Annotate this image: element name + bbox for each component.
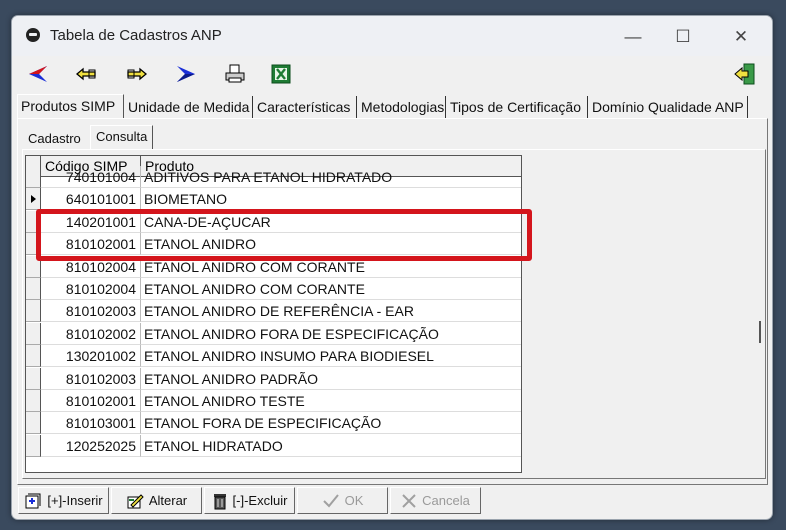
cell-produto[interactable]: ETANOL ANIDRO PADRÃO (141, 368, 521, 390)
minimize-button[interactable]: — (610, 22, 656, 52)
previous-record-icon (75, 67, 96, 81)
table-row[interactable]: 810102003 ETANOL ANIDRO DE REFERÊNCIA - E… (26, 300, 521, 322)
action-bar: [+]-Inserir Alterar [-]-Excluir OK Cance… (12, 484, 772, 519)
last-record-icon (177, 66, 195, 82)
cell-codigo-simp[interactable]: 810102001 (41, 390, 141, 412)
table-row[interactable]: 740101004 ADITIVOS PARA ETANOL HIDRATADO (26, 166, 521, 188)
app-window: Tabela de Cadastros ANP — ☐ ✕ Produtos S… (11, 15, 773, 520)
toolbar (12, 56, 772, 92)
main-tabs: Produtos SIMP Unidade de Medida Caracter… (12, 94, 772, 118)
cell-codigo-simp[interactable]: 130201002 (41, 345, 141, 367)
table-row[interactable]: 810102004 ETANOL ANIDRO COM CORANTE (26, 278, 521, 300)
edit-icon (126, 492, 144, 510)
row-indicator[interactable] (26, 323, 41, 345)
delete-button-label: [-]-Excluir (232, 493, 288, 508)
table-row[interactable]: 130201002 ETANOL ANIDRO INSUMO PARA BIODI… (26, 345, 521, 367)
trash-icon (212, 492, 228, 510)
first-record-icon (29, 66, 47, 82)
cell-codigo-simp[interactable]: 810102003 (41, 300, 141, 322)
tab-caracteristicas[interactable]: Características (254, 96, 357, 118)
resize-handle[interactable] (759, 321, 761, 343)
row-indicator[interactable] (26, 390, 41, 412)
row-indicator[interactable] (26, 166, 41, 188)
cell-produto[interactable]: ETANOL ANIDRO COM CORANTE (141, 278, 521, 300)
table-row[interactable]: 640101001 BIOMETANO (26, 188, 521, 210)
cell-produto[interactable]: ETANOL ANIDRO INSUMO PARA BIODIESEL (141, 345, 521, 367)
cell-produto[interactable]: BIOMETANO (141, 188, 521, 210)
table-row[interactable]: 810102001 ETANOL ANIDRO TESTE (26, 390, 521, 412)
cell-produto[interactable]: ETANOL ANIDRO DE REFERÊNCIA - EAR (141, 300, 521, 322)
exit-button[interactable] (732, 62, 758, 86)
tab-tipos-de-certificacao[interactable]: Tipos de Certificação (447, 96, 588, 118)
previous-record-button[interactable] (74, 62, 100, 86)
cell-codigo-simp[interactable]: 120252025 (41, 435, 141, 457)
row-indicator[interactable] (26, 278, 41, 300)
cell-codigo-simp[interactable]: 810103001 (41, 412, 141, 434)
next-record-icon (127, 67, 148, 81)
tab-consulta[interactable]: Consulta (90, 125, 154, 150)
cancel-button[interactable]: Cancela (390, 487, 481, 514)
highlight-box (36, 209, 532, 261)
close-button[interactable]: ✕ (718, 22, 764, 52)
cell-produto[interactable]: ETANOL ANIDRO TESTE (141, 390, 521, 412)
cell-produto[interactable]: ETANOL HIDRATADO (141, 435, 521, 457)
maximize-button[interactable]: ☐ (660, 22, 706, 52)
delete-button[interactable]: [-]-Excluir (204, 487, 295, 514)
x-icon (401, 493, 417, 509)
cell-codigo-simp[interactable]: 640101001 (41, 188, 141, 210)
row-indicator[interactable] (26, 368, 41, 390)
cell-codigo-simp[interactable]: 740101004 (41, 166, 141, 188)
print-button[interactable] (222, 62, 248, 86)
row-indicator[interactable] (26, 188, 41, 210)
excel-export-icon (271, 64, 291, 84)
print-icon (225, 64, 245, 83)
insert-button-label: [+]-Inserir (47, 493, 103, 508)
first-record-button[interactable] (26, 62, 52, 86)
cancel-button-label: Cancela (422, 493, 470, 508)
table-row[interactable]: 810102003 ETANOL ANIDRO PADRÃO (26, 368, 521, 390)
ok-button[interactable]: OK (297, 487, 388, 514)
tab-dominio-qualidade-anp[interactable]: Domínio Qualidade ANP (589, 96, 748, 118)
tab-cadastro[interactable]: Cadastro (26, 129, 83, 149)
cell-codigo-simp[interactable]: 810102003 (41, 368, 141, 390)
table-row[interactable]: 810103001 ETANOL FORA DE ESPECIFICAÇÃO (26, 412, 521, 434)
ok-button-label: OK (344, 493, 364, 508)
cell-produto[interactable]: ETANOL ANIDRO FORA DE ESPECIFICAÇÃO (141, 323, 521, 345)
insert-icon (24, 492, 42, 510)
window-title: Tabela de Cadastros ANP (50, 27, 222, 44)
tab-unidade-de-medida[interactable]: Unidade de Medida (125, 96, 253, 118)
row-indicator[interactable] (26, 435, 41, 457)
excel-export-button[interactable] (268, 62, 294, 86)
row-indicator[interactable] (26, 345, 41, 367)
cell-codigo-simp[interactable]: 810102002 (41, 323, 141, 345)
exit-icon (734, 63, 755, 85)
edit-button[interactable]: Alterar (111, 487, 202, 514)
last-record-button[interactable] (172, 62, 198, 86)
app-icon (26, 28, 40, 42)
table-row[interactable]: 120252025 ETANOL HIDRATADO (26, 435, 521, 457)
cell-produto[interactable]: ETANOL FORA DE ESPECIFICAÇÃO (141, 412, 521, 434)
title-bar: Tabela de Cadastros ANP — ☐ ✕ (12, 16, 772, 56)
row-indicator[interactable] (26, 412, 41, 434)
check-icon (322, 493, 340, 509)
row-indicator[interactable] (26, 300, 41, 322)
insert-button[interactable]: [+]-Inserir (18, 487, 109, 514)
cell-codigo-simp[interactable]: 810102004 (41, 278, 141, 300)
products-grid[interactable]: Código SIMP Produto 740101004 ADITIVOS PA… (25, 155, 522, 473)
table-row[interactable]: 810102002 ETANOL ANIDRO FORA DE ESPECIFIC… (26, 323, 521, 345)
edit-button-label: Alterar (148, 493, 188, 508)
current-row-arrow-icon (31, 195, 36, 203)
cell-produto[interactable]: ADITIVOS PARA ETANOL HIDRATADO (141, 166, 521, 188)
next-record-button[interactable] (123, 62, 149, 86)
tab-metodologias[interactable]: Metodologias (358, 96, 446, 118)
tab-produtos-simp[interactable]: Produtos SIMP (17, 94, 124, 118)
